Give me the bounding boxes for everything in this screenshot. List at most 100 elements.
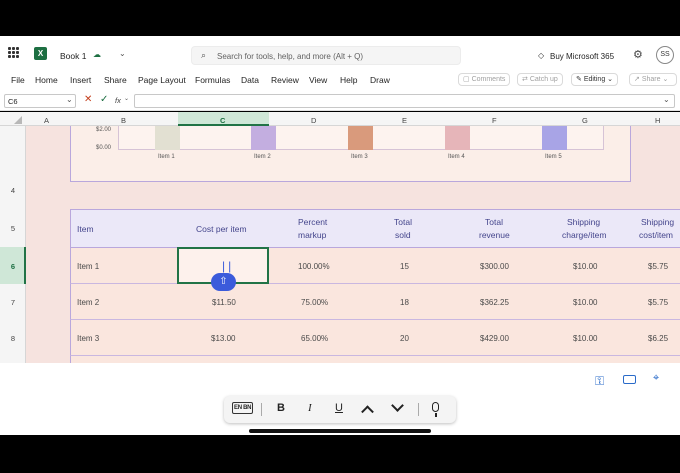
cell-markup[interactable]: 100.00%: [298, 262, 330, 271]
cell-ship-cost[interactable]: $6.25: [648, 334, 668, 343]
menu-view[interactable]: View: [309, 75, 327, 85]
menu-insert[interactable]: Insert: [70, 75, 91, 85]
column-header-e[interactable]: E: [402, 116, 407, 125]
editing-mode-button[interactable]: ✎ Editing ⌄: [571, 73, 619, 86]
table-header-markup-2: markup: [298, 230, 327, 240]
cell-cost[interactable]: $11.50: [212, 298, 236, 307]
row-header-7[interactable]: 7: [0, 298, 26, 307]
column-header-h[interactable]: H: [655, 116, 660, 125]
cell-markup[interactable]: 65.00%: [301, 334, 328, 343]
cell-revenue[interactable]: $429.00: [480, 334, 509, 343]
avatar[interactable]: SS: [656, 46, 674, 64]
row-header-4[interactable]: 4: [0, 186, 26, 195]
key-icon[interactable]: ⚿: [595, 374, 604, 389]
select-all-corner[interactable]: [14, 116, 22, 124]
cell-ship-cost[interactable]: $5.75: [648, 298, 668, 307]
column-header-row: [0, 112, 680, 126]
table-row-partial: [70, 356, 680, 363]
row-header-5[interactable]: 5: [0, 224, 26, 233]
card-icon[interactable]: [623, 375, 636, 384]
menu-home[interactable]: Home: [35, 75, 58, 85]
cell-markup[interactable]: 75.00%: [301, 298, 328, 307]
search-box[interactable]: ⌕ Search for tools, help, and more (Alt …: [191, 46, 461, 65]
table-header-revenue-1: Total: [485, 217, 503, 227]
table-header-markup-1: Percent: [298, 217, 328, 227]
microphone-icon[interactable]: [432, 402, 439, 412]
chevron-down-icon: ⌄: [66, 95, 73, 104]
cell-ship-cost[interactable]: $5.75: [648, 262, 668, 271]
x-axis-label: Item 3: [351, 154, 368, 160]
name-box[interactable]: C6 ⌄: [4, 94, 76, 108]
catch-up-button[interactable]: ⇄ Catch up: [517, 73, 563, 86]
resize-corner-icon: ⤷: [667, 420, 673, 431]
column-header-b[interactable]: B: [121, 116, 126, 125]
cell-sold[interactable]: 15: [400, 262, 409, 271]
menu-help[interactable]: Help: [340, 75, 357, 85]
menu-page-layout[interactable]: Page Layout: [138, 75, 186, 85]
menu-review[interactable]: Review: [271, 75, 299, 85]
language-toggle-button[interactable]: EN BN: [232, 402, 254, 414]
keyboard-accessory-area: ⚿ ⌖ EN BN B I U: [0, 363, 680, 435]
menu-draw[interactable]: Draw: [370, 75, 390, 85]
menu-file[interactable]: File: [11, 75, 25, 85]
confirm-entry-icon[interactable]: ✓: [100, 94, 108, 105]
menu-formulas[interactable]: Formulas: [195, 75, 230, 85]
column-header-d[interactable]: D: [311, 116, 316, 125]
cell-sold[interactable]: 20: [400, 334, 409, 343]
cell-cost[interactable]: $13.00: [211, 334, 235, 343]
toolbar-divider: [418, 403, 419, 416]
settings-gear-icon[interactable]: ⚙: [633, 48, 643, 61]
fx-chevron-icon: ⌄: [124, 96, 130, 102]
cell-revenue[interactable]: $362.25: [480, 298, 509, 307]
menu-share[interactable]: Share: [104, 75, 127, 85]
saved-status-icon: ☁: [93, 50, 101, 59]
app-launcher-icon[interactable]: [8, 47, 19, 58]
arrow-up-icon[interactable]: [361, 405, 374, 419]
chart-bar-item-2: [251, 126, 276, 150]
bold-button[interactable]: B: [277, 402, 285, 414]
buy-microsoft-link[interactable]: Buy Microsoft 365: [550, 52, 614, 61]
chart-bar-item-3: [348, 126, 373, 150]
share-button[interactable]: ↗ Share ⌄: [629, 73, 677, 86]
column-header-g[interactable]: G: [582, 116, 588, 125]
location-pin-icon[interactable]: ⌖: [653, 372, 659, 385]
cell-reference: C6: [8, 97, 18, 106]
cell-sold[interactable]: 18: [400, 298, 409, 307]
comments-button[interactable]: ▢ Comments: [458, 73, 511, 86]
cell-item[interactable]: Item 3: [77, 334, 99, 343]
underline-button[interactable]: U: [335, 402, 343, 414]
arrow-down-icon[interactable]: [391, 399, 404, 412]
x-axis-label: Item 2: [254, 154, 271, 160]
chevron-down-icon[interactable]: ⌄: [663, 95, 670, 104]
title-bar: X Book 1 ☁ ⌄ ⌕ Search for tools, help, a…: [0, 36, 680, 71]
table-header-sold-2: sold: [395, 230, 411, 240]
row-header-6[interactable]: 6: [0, 262, 26, 271]
cancel-entry-icon[interactable]: ✕: [84, 94, 92, 105]
pencil-icon: ✎: [576, 76, 584, 83]
cell-revenue[interactable]: $300.00: [480, 262, 509, 271]
cell-shipping[interactable]: $10.00: [573, 334, 597, 343]
x-axis-label: Item 1: [158, 154, 175, 160]
italic-button[interactable]: I: [308, 402, 312, 414]
home-indicator[interactable]: [249, 429, 431, 433]
cell-shipping[interactable]: $10.00: [573, 298, 597, 307]
table-header-item: Item: [77, 224, 94, 234]
toolbar-divider: [261, 403, 262, 416]
column-header-c[interactable]: C: [220, 116, 225, 125]
chevron-down-icon[interactable]: ⌄: [119, 49, 126, 58]
menu-data[interactable]: Data: [241, 75, 259, 85]
formula-input[interactable]: ⌄: [134, 94, 675, 108]
cell-item[interactable]: Item 2: [77, 298, 99, 307]
column-header-a[interactable]: A: [44, 116, 49, 125]
table-header-shipping-1: Shipping: [567, 217, 601, 227]
diamond-icon: ◇: [538, 51, 545, 60]
column-header-f[interactable]: F: [492, 116, 497, 125]
cell-shipping[interactable]: $10.00: [573, 262, 597, 271]
worksheet-grid[interactable]: A B C D E F G H $2.00 $0.00 Item 1 Item …: [0, 112, 680, 363]
book-title[interactable]: Book 1: [60, 51, 86, 61]
cell-item[interactable]: Item 1: [77, 262, 99, 271]
insert-function-button[interactable]: fx: [115, 96, 121, 105]
text-cursor-icon: ||: [222, 259, 235, 273]
cursor-handle-icon[interactable]: ⇧: [211, 273, 236, 291]
row-header-8[interactable]: 8: [0, 334, 26, 343]
